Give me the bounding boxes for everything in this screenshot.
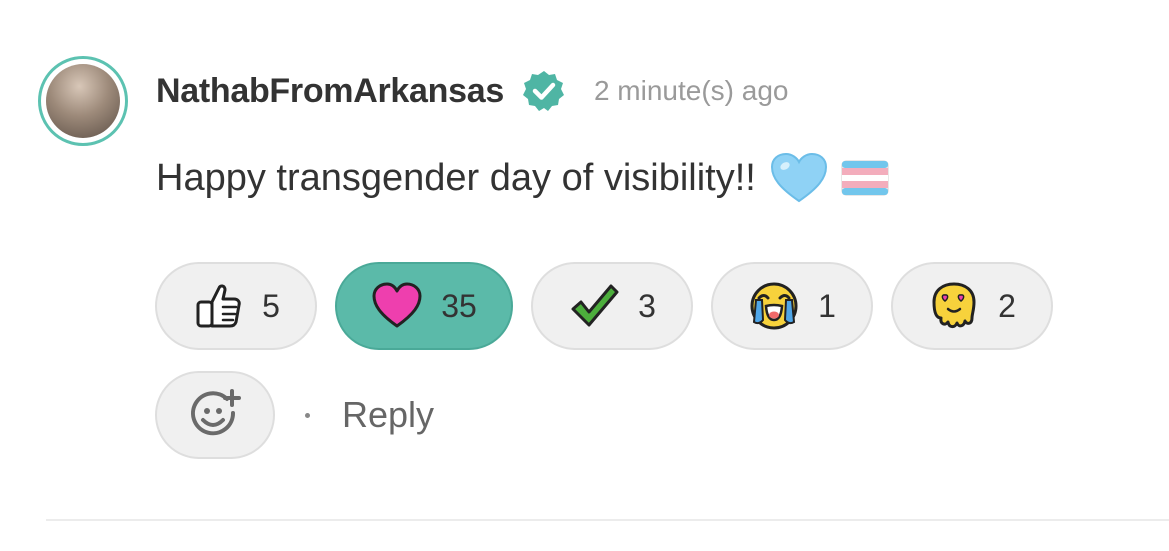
divider	[46, 519, 1169, 521]
reaction-check[interactable]: 3	[531, 262, 693, 350]
reaction-crying[interactable]: 1	[711, 262, 873, 350]
reaction-heart[interactable]: 35	[335, 262, 513, 350]
reaction-count: 2	[998, 287, 1016, 324]
transgender-flag-emoji	[840, 159, 890, 197]
add-reaction-button[interactable]	[155, 371, 275, 459]
reaction-melting-love[interactable]: 2	[891, 262, 1053, 350]
melting-heart-eyes-icon	[928, 280, 980, 332]
reaction-count: 1	[818, 287, 836, 324]
add-reaction-icon	[187, 387, 243, 443]
crying-face-icon	[748, 280, 800, 332]
timestamp: 2 minute(s) ago	[593, 75, 789, 106]
comment-body: Happy transgender day of visibility!!	[156, 152, 890, 204]
check-mark-icon	[568, 280, 620, 332]
username[interactable]: NathabFromArkansas	[156, 72, 504, 111]
reaction-count: 5	[262, 287, 280, 324]
heart-icon	[371, 280, 423, 332]
light-blue-heart-emoji	[770, 152, 828, 204]
reaction-count: 35	[441, 287, 477, 324]
reaction-thumbs-up[interactable]: 5	[155, 262, 317, 350]
reply-button[interactable]: Reply	[342, 394, 434, 436]
separator-dot	[305, 412, 310, 418]
reaction-count: 3	[638, 287, 656, 324]
verified-badge-icon	[522, 69, 566, 113]
comment-header: NathabFromArkansas 2 minute(s) ago	[156, 66, 788, 116]
avatar-image	[46, 64, 120, 138]
reaction-bar: 5 35 3 1 2	[155, 262, 1053, 350]
avatar[interactable]	[38, 56, 128, 146]
thumbs-up-icon	[192, 280, 244, 332]
comment-actions: Reply	[155, 371, 434, 459]
comment-text: Happy transgender day of visibility!!	[156, 156, 756, 199]
